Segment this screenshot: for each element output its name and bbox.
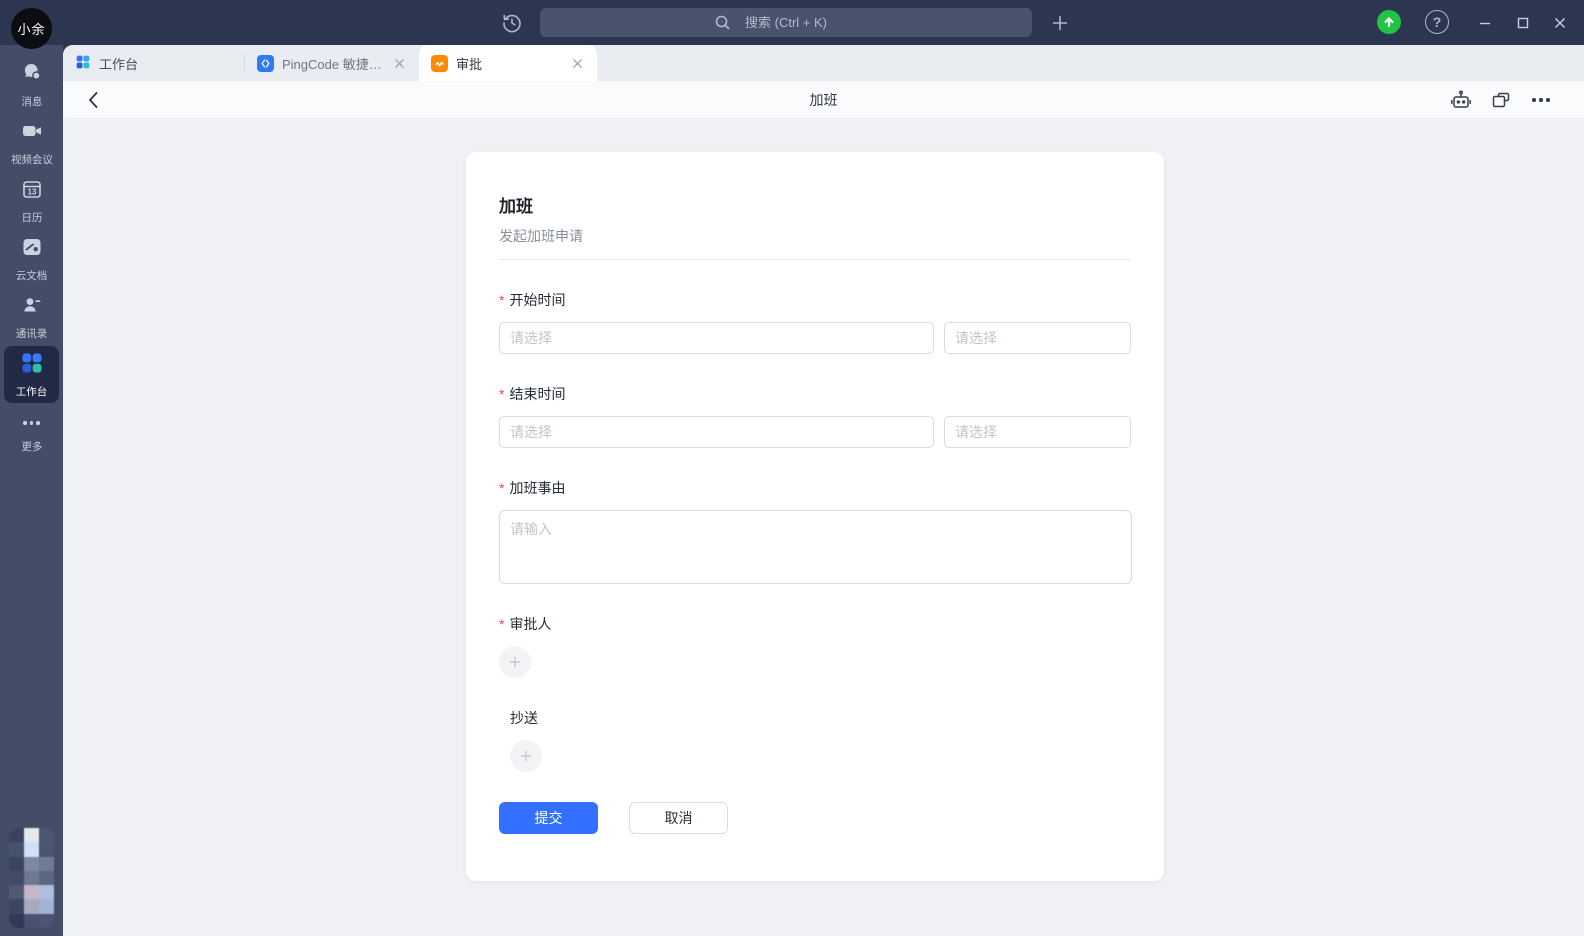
required-marker: * xyxy=(499,480,504,496)
history-icon[interactable] xyxy=(497,8,526,37)
minimize-button[interactable] xyxy=(1470,8,1500,37)
sidebar-item-more[interactable]: 更多 xyxy=(4,404,59,461)
sidebar-item-video-meeting[interactable]: 视频会议 xyxy=(4,114,59,171)
approval-form-card: 加班 发起加班申请 * 开始时间 * 结束时间 xyxy=(466,152,1164,881)
required-marker: * xyxy=(499,386,504,402)
maximize-button[interactable] xyxy=(1508,8,1538,37)
reason-textarea[interactable] xyxy=(499,510,1132,584)
contacts-person-icon xyxy=(20,293,44,322)
required-marker: * xyxy=(499,292,504,308)
tab-strip: 工作台 PingCode 敏捷开发 审批 xyxy=(63,45,1584,81)
help-icon[interactable]: ? xyxy=(1425,10,1449,34)
chat-bubble-icon xyxy=(20,61,44,90)
field-label-approver: 审批人 xyxy=(509,614,551,634)
plus-icon xyxy=(509,656,521,668)
svg-text:13: 13 xyxy=(27,187,36,196)
field-start-time: * 开始时间 xyxy=(499,290,1131,354)
add-approver-button[interactable] xyxy=(499,646,531,678)
sidebar-item-docs[interactable]: 云文档 xyxy=(4,230,59,287)
field-label-reason: 加班事由 xyxy=(509,478,565,498)
field-end-time: * 结束时间 xyxy=(499,384,1131,448)
cancel-button[interactable]: 取消 xyxy=(629,802,728,834)
tab-workbench[interactable]: 工作台 xyxy=(63,45,244,81)
tab-approval[interactable]: 审批 xyxy=(419,45,597,81)
approval-app-icon xyxy=(431,55,448,72)
close-tab-icon[interactable] xyxy=(569,55,585,71)
back-icon[interactable] xyxy=(77,84,109,116)
new-tab-plus-icon[interactable] xyxy=(1045,8,1074,37)
field-reason: * 加班事由 xyxy=(499,478,1131,584)
search-box xyxy=(540,8,1032,37)
close-window-button[interactable] xyxy=(1545,8,1575,37)
field-label-cc: 抄送 xyxy=(510,708,538,728)
more-dots-icon xyxy=(23,411,40,435)
more-options-icon[interactable] xyxy=(1528,87,1554,113)
required-marker: * xyxy=(499,616,504,632)
sidebar: 消息 视频会议 13 日历 xyxy=(0,45,63,936)
field-cc: 抄送 xyxy=(499,708,1131,772)
add-cc-button[interactable] xyxy=(510,740,542,772)
content-area: 加班 发起加班申请 * 开始时间 * 结束时间 xyxy=(63,119,1584,936)
start-time-input[interactable] xyxy=(944,322,1131,354)
sidebar-item-contacts[interactable]: 通讯录 xyxy=(4,288,59,345)
bot-icon[interactable] xyxy=(1448,87,1474,113)
form-subtitle: 发起加班申请 xyxy=(499,226,1131,246)
plus-icon xyxy=(520,750,532,762)
workbench-grid-icon xyxy=(20,351,44,380)
divider xyxy=(499,259,1131,260)
pingcode-app-icon xyxy=(257,55,274,72)
form-title: 加班 xyxy=(499,192,1131,217)
upgrade-icon[interactable] xyxy=(1377,10,1401,34)
field-approver: * 审批人 xyxy=(499,614,1131,678)
end-time-input[interactable] xyxy=(944,416,1131,448)
field-label-end-time: 结束时间 xyxy=(509,384,565,404)
video-camera-icon xyxy=(20,119,44,148)
search-input[interactable] xyxy=(540,8,1032,37)
topbar: ? xyxy=(0,0,1584,45)
page-title: 加班 xyxy=(810,90,838,110)
workbench-grid-icon xyxy=(75,54,91,73)
calendar-icon: 13 xyxy=(20,177,44,206)
start-date-input[interactable] xyxy=(499,322,934,354)
sidebar-item-calendar[interactable]: 13 日历 xyxy=(4,172,59,229)
end-date-input[interactable] xyxy=(499,416,934,448)
multi-window-icon[interactable] xyxy=(1488,87,1514,113)
main-area: 工作台 PingCode 敏捷开发 审批 xyxy=(63,45,1584,936)
sidebar-blurred-item xyxy=(9,828,54,928)
sidebar-item-messages[interactable]: 消息 xyxy=(4,56,59,113)
sidebar-item-workbench[interactable]: 工作台 xyxy=(4,346,59,403)
page-header: 加班 xyxy=(63,81,1584,119)
close-tab-icon[interactable] xyxy=(391,55,407,71)
cloud-docs-icon xyxy=(20,235,44,264)
user-avatar[interactable]: 小余 xyxy=(11,8,52,49)
field-label-start-time: 开始时间 xyxy=(509,290,565,310)
tab-pingcode[interactable]: PingCode 敏捷开发 xyxy=(245,45,419,81)
submit-button[interactable]: 提交 xyxy=(499,802,598,834)
